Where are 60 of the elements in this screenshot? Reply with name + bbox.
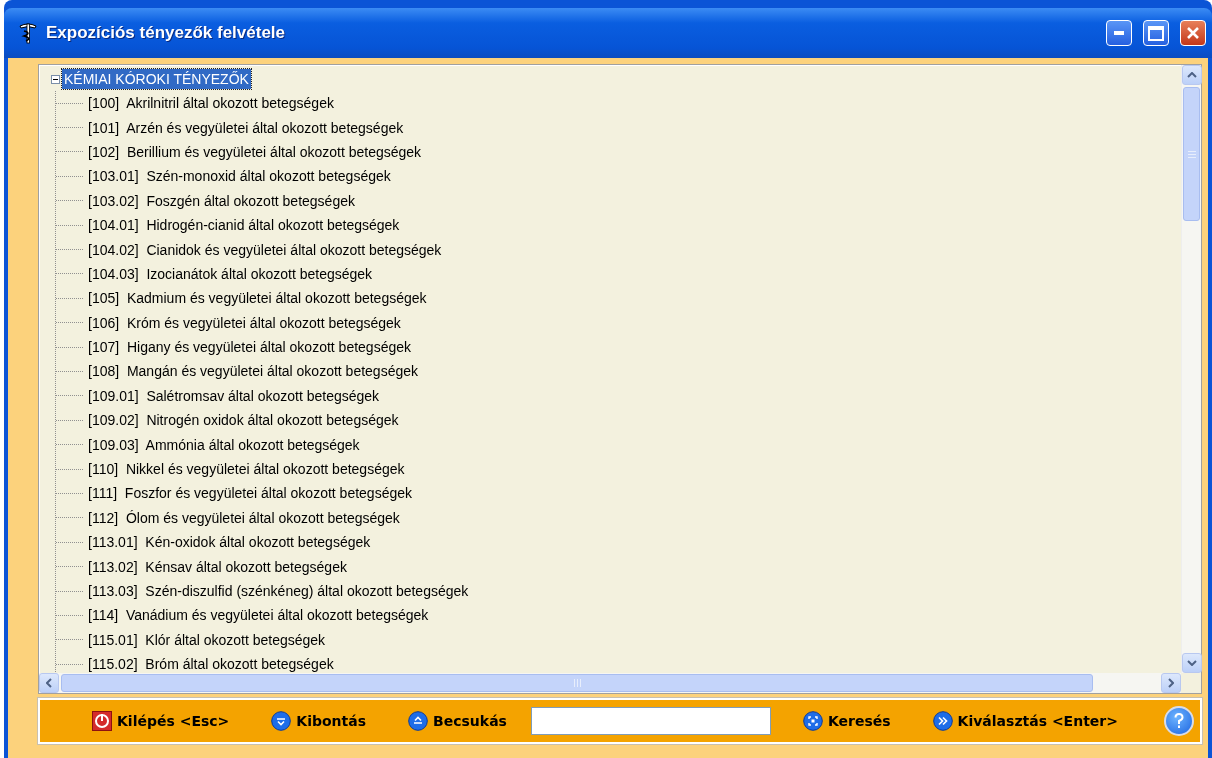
up-arrow-circle-icon (408, 711, 429, 731)
down-arrow-circle-icon (271, 711, 292, 731)
tree-node[interactable]: [113.02] Kénsav által okozott betegségek (86, 556, 349, 577)
tree-node[interactable]: [107] Higany és vegyületei által okozott betegségek (86, 337, 413, 358)
tree-node[interactable]: [115.01] Klór által okozott betegségek (86, 629, 328, 650)
tree-node[interactable]: [113.01] Kén-oxidok által okozott betegségek (86, 532, 373, 553)
expand-button[interactable]: Kibontás (271, 709, 367, 733)
select-button[interactable]: Kiválasztás <Enter> (932, 709, 1118, 733)
scroll-right-button[interactable] (1161, 673, 1181, 693)
tree-node[interactable]: [111] Foszfor és vegyületei által okozott betegségek (86, 483, 414, 504)
tree-node[interactable]: [108] Mangán és vegyületei által okozott betegségek (86, 361, 420, 382)
maximize-icon (1148, 25, 1164, 41)
help-button[interactable] (1164, 706, 1194, 736)
tree-node[interactable]: [100] Akrilnitril által okozott betegségek (86, 93, 336, 114)
vertical-scrollbar[interactable] (1181, 65, 1201, 673)
search-field[interactable] (530, 707, 771, 735)
tree-node[interactable]: [104.03] Izocianátok által okozott betegségek (86, 263, 375, 284)
window-title: Expozíciós tényezők felvétele (46, 23, 287, 43)
caduceus-icon (18, 22, 38, 44)
tree-node[interactable]: [102] Berillium és vegyületei által okozott betegségek (86, 141, 424, 162)
scrollbar-thumb[interactable] (61, 674, 1093, 692)
tree-node[interactable]: [105] Kadmium és vegyületei által okozott betegségek (86, 288, 429, 309)
scrollbar-thumb[interactable] (1183, 87, 1200, 221)
scroll-left-button[interactable] (39, 673, 59, 693)
tree-node[interactable]: [115.02] Bróm által okozott betegségek (86, 654, 336, 673)
tree-node[interactable]: [109.01] Salétromsav által okozott betegségek (86, 385, 382, 406)
down-chevron-icon (1187, 660, 1197, 666)
right-chevron-icon (1168, 678, 1174, 688)
up-chevron-icon (1187, 72, 1197, 78)
tree-node[interactable]: KÉMIAI KÓROKI TÉNYEZŐK (62, 69, 251, 89)
tree-node[interactable]: [104.01] Hidrogén-cianid által okozott betegségek (86, 215, 402, 236)
search-button[interactable]: Keresés (802, 709, 891, 733)
tree-node[interactable]: [110] Nikkel és vegyületei által okozott betegségek (86, 459, 407, 480)
tree-node[interactable]: [109.02] Nitrogén oxidok által okozott betegségek (86, 410, 401, 431)
minimize-icon (1114, 31, 1124, 35)
tree-node[interactable]: [112] Ólom és vegyületei által okozott betegségek (86, 507, 402, 528)
collapse-button[interactable]: Becsukás (408, 709, 507, 733)
tree-node[interactable]: [103.02] Foszgén által okozott betegségek (86, 190, 357, 211)
minus-icon (53, 78, 58, 80)
tree-node[interactable]: [114] Vanádium és vegyületei által okozott betegségek (86, 605, 431, 626)
tree-node[interactable]: [103.01] Szén-monoxid által okozott betegségek (86, 166, 393, 187)
collapse-toggle[interactable] (51, 74, 60, 84)
horizontal-scrollbar[interactable] (39, 673, 1181, 693)
minimize-button[interactable] (1106, 20, 1132, 46)
power-icon (92, 711, 112, 731)
maximize-button[interactable] (1143, 20, 1169, 46)
close-button[interactable] (1180, 20, 1206, 46)
double-chevron-circle-icon (932, 711, 953, 731)
tree-node[interactable]: [113.03] Szén-diszulfid (szénkéneg) által okozott betegségek (86, 581, 471, 601)
target-circle-icon (802, 711, 823, 731)
tree-node[interactable]: [104.02] Cianidok és vegyületei által okozott betegségek (86, 239, 444, 260)
scroll-up-button[interactable] (1182, 65, 1202, 85)
tree-node[interactable]: [106] Króm és vegyületei által okozott betegségek (86, 312, 403, 333)
question-mark-icon (1174, 713, 1184, 729)
left-chevron-icon (46, 678, 52, 688)
tree-node[interactable]: [101] Arzén és vegyületei által okozott betegségek (86, 117, 406, 138)
scroll-down-button[interactable] (1182, 653, 1202, 673)
close-icon (1186, 26, 1200, 40)
tree-node[interactable]: [109.03] Ammónia által okozott betegségek (86, 434, 362, 455)
exit-button[interactable]: Kilépés <Esc> (92, 709, 230, 733)
